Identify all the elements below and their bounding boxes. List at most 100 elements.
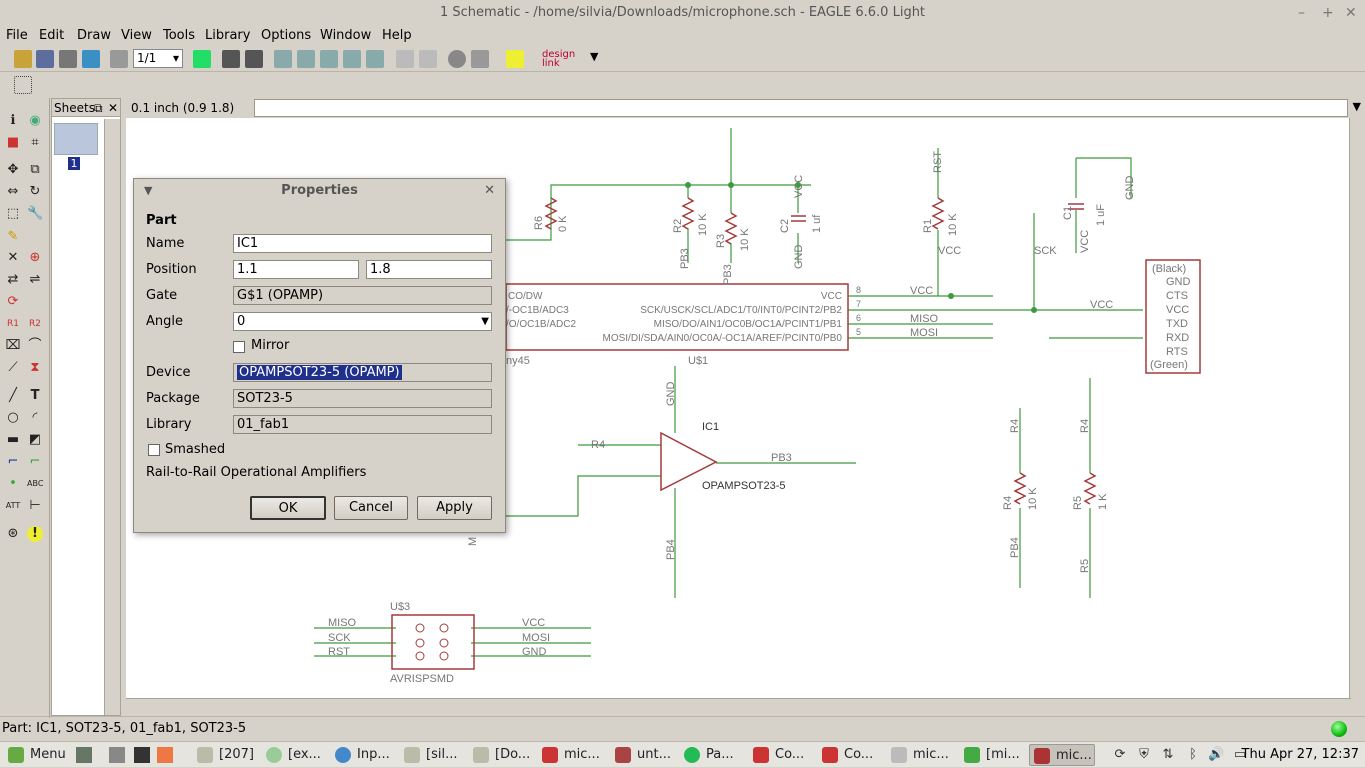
attribute-icon[interactable]: ATT [5,498,21,514]
menu-button[interactable]: Menu [4,744,70,766]
task-folder-207[interactable]: [207] [193,744,255,766]
sheet-thumbnail[interactable] [54,123,98,155]
task-ex[interactable]: [ex... [262,744,324,766]
script-icon[interactable] [110,50,128,68]
zoom-fit-icon[interactable] [274,50,292,68]
menu-library[interactable]: Library [205,26,250,46]
go-icon[interactable] [471,50,489,68]
net-icon[interactable]: ⌐ [27,454,43,470]
menu-window[interactable]: Window [320,26,371,46]
gateswap-icon[interactable]: ⇌ [27,272,43,288]
sheets-scrollbar[interactable] [104,119,120,715]
show-icon[interactable]: ◉ [27,113,43,129]
task-inp[interactable]: Inp... [331,744,393,766]
show-desktop-icon[interactable] [76,747,92,763]
menu-tools[interactable]: Tools [163,26,195,46]
grid-icon[interactable] [14,76,32,94]
task-do[interactable]: [Do... [469,744,531,766]
help-icon[interactable] [506,50,524,68]
board-icon[interactable] [193,50,211,68]
clock[interactable]: Thu Apr 27, 12:37 [1242,742,1359,768]
files-launcher-icon[interactable] [109,747,125,763]
open-icon[interactable] [14,50,32,68]
copy-icon[interactable]: ⧉ [27,162,43,178]
rect-icon[interactable]: ▬ [5,432,21,448]
task-co-2[interactable]: Co... [818,744,880,766]
angle-select[interactable]: 0 ▼ [233,312,492,331]
junction-icon[interactable]: • [5,476,21,492]
pinswap-icon[interactable]: ⇄ [5,272,21,288]
arc-icon[interactable]: ◜ [27,410,43,426]
stop-icon[interactable] [448,50,466,68]
menu-draw[interactable]: Draw [77,26,111,46]
zoom-in-icon[interactable] [297,50,315,68]
close-icon[interactable]: ✕ [1345,0,1357,26]
print-icon[interactable] [59,50,77,68]
ulp-icon[interactable] [245,50,263,68]
float-icon[interactable]: ⧉ [94,99,103,117]
polygon-icon[interactable]: ◩ [27,432,43,448]
close-icon[interactable]: ✕ [108,99,118,117]
wire-icon[interactable]: ╱ [5,388,21,404]
sheet-number[interactable]: 1 [68,157,80,170]
smashed-checkbox[interactable] [148,444,160,456]
mark-icon[interactable]: ⌗ [27,135,43,151]
update-icon[interactable]: ⟳ [1112,747,1128,763]
text-icon[interactable]: T [27,388,43,404]
dimension-icon[interactable]: ⊢ [27,498,43,514]
label-icon[interactable]: ABC [27,476,43,492]
chevron-down-icon[interactable]: ▼ [590,50,598,63]
zoom-select-icon[interactable] [366,50,384,68]
task-mi[interactable]: [mi... [960,744,1022,766]
task-mic-2[interactable]: mic... [887,744,953,766]
task-unt[interactable]: unt... [611,744,673,766]
change-icon[interactable]: 🔧 [27,206,43,222]
zoom-select[interactable]: 1/1 ▾ [133,49,183,68]
cam-icon[interactable] [82,50,100,68]
chevron-down-icon[interactable]: ▼ [1353,100,1361,113]
position-x-field[interactable]: 1.1 [233,260,359,279]
menu-edit[interactable]: Edit [39,26,64,46]
firefox-launcher-icon[interactable] [157,747,173,763]
redraw-icon[interactable] [343,50,361,68]
group-icon[interactable]: ⬚ [5,206,21,222]
task-sil[interactable]: [sil... [400,744,462,766]
task-co-1[interactable]: Co... [749,744,811,766]
menu-view[interactable]: View [121,26,152,46]
menu-help[interactable]: Help [382,26,412,46]
volume-icon[interactable]: 🔊 [1208,747,1224,763]
shield-icon[interactable]: ⛨ [1136,747,1152,763]
paste-icon[interactable]: ✎ [5,229,21,245]
menu-file[interactable]: File [6,26,28,46]
undo-icon[interactable] [396,50,414,68]
cancel-button[interactable]: Cancel [334,496,408,520]
mirror-checkbox[interactable] [233,341,245,353]
name-icon[interactable]: R1 [5,316,21,332]
mirror-icon[interactable]: ⇔ [5,184,21,200]
minimize-icon[interactable]: – [1298,0,1305,26]
display-icon[interactable]: ■ [5,135,21,151]
ok-button[interactable]: OK [250,496,326,520]
apply-button[interactable]: Apply [417,496,492,520]
position-y-field[interactable]: 1.8 [366,260,492,279]
delete-icon[interactable]: ✕ [5,250,21,266]
errors-icon[interactable]: ! [27,526,43,542]
maximize-icon[interactable]: + [1322,0,1334,26]
smash-icon[interactable]: ⌧ [5,338,21,354]
dialog-menu-icon[interactable]: ▼ [144,179,152,203]
info-icon[interactable]: ℹ [5,113,21,129]
invoke-icon[interactable]: ⧗ [27,360,43,376]
horizontal-scrollbar[interactable] [126,698,1351,714]
scr-icon[interactable] [222,50,240,68]
terminal-launcher-icon[interactable] [134,747,150,763]
vertical-scrollbar[interactable] [1349,118,1365,698]
network-icon[interactable]: ⇅ [1160,747,1176,763]
add-icon[interactable]: ⊕ [27,250,43,266]
bluetooth-icon[interactable]: ᛒ [1185,747,1201,763]
menu-options[interactable]: Options [261,26,311,46]
circle-icon[interactable]: ○ [5,410,21,426]
task-pa[interactable]: Pa... [680,744,742,766]
save-icon[interactable] [36,50,54,68]
miter-icon[interactable]: ⌒ [27,338,43,354]
value-icon[interactable]: R2 [27,316,43,332]
